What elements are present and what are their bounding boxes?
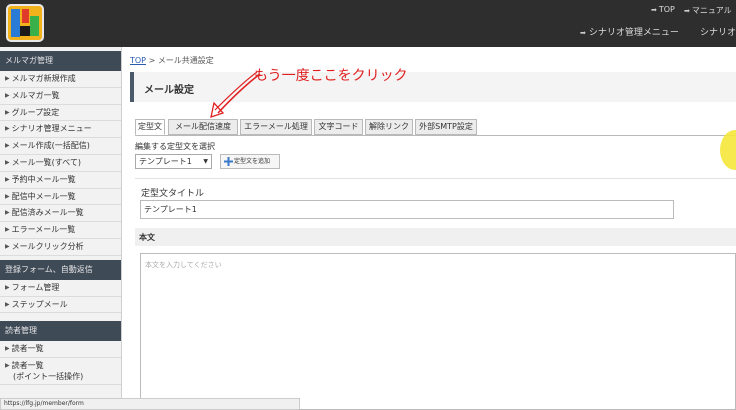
triangle-icon: ▶ xyxy=(5,209,10,217)
app-logo[interactable] xyxy=(6,4,44,42)
app-root: ➡ TOP ➡ マニュアル ➡ シナリオ管理メニュー シナリオ メルマガ管理 ▶ メルマ… xyxy=(0,0,736,410)
template-title-input[interactable]: テンプレート1 xyxy=(140,200,674,219)
triangle-icon: ▶ xyxy=(5,175,10,183)
tab-charset[interactable]: 文字コード xyxy=(314,119,363,135)
top-header: ➡ TOP ➡ マニュアル ➡ シナリオ管理メニュー シナリオ xyxy=(0,0,736,47)
sidebar-heading-mailmag: メルマガ管理 xyxy=(0,51,121,71)
main-nav-scenario-menu[interactable]: ➡ シナリオ管理メニュー xyxy=(580,25,679,38)
breadcrumb-top-link[interactable]: TOP xyxy=(130,56,146,65)
triangle-icon: ▶ xyxy=(5,242,10,250)
sidebar-item-form-management[interactable]: ▶ フォーム管理 xyxy=(0,280,121,297)
triangle-icon: ▶ xyxy=(5,158,10,166)
annotation-text: もう一度ここをクリック xyxy=(254,68,408,84)
sidebar-item-reader-list-points[interactable]: ▶ 読者一覧 (ポイント一括操作) xyxy=(0,358,121,386)
body-section-header: 本文 xyxy=(135,228,736,246)
tab-delivery-speed[interactable]: メール配信速度 xyxy=(168,119,238,135)
status-bar-url: https://lfg.jp/member/form xyxy=(0,398,300,410)
tab-template[interactable]: 定型文 xyxy=(135,119,165,135)
sidebar-item-sent-mail[interactable]: ▶ 配信済みメール一覧 xyxy=(0,205,121,223)
triangle-icon: ▶ xyxy=(5,142,10,150)
section-divider xyxy=(135,178,736,179)
sidebar-item-mailmag-list[interactable]: ▶ メルマガ一覧 xyxy=(0,88,121,105)
triangle-icon: ▶ xyxy=(5,345,10,353)
body-textarea[interactable]: 本文を入力してください xyxy=(140,253,736,410)
sidebar-item-step-mail[interactable]: ▶ ステップメール xyxy=(0,297,121,314)
top-nav-manual-link[interactable]: ➡ マニュアル xyxy=(684,5,732,16)
main-content: TOP > メール共通設定 メール設定 もう一度ここをクリック 定型文 メール配… xyxy=(128,47,736,410)
sidebar-item-mailmag-new[interactable]: ▶ メルマガ新規作成 xyxy=(0,71,121,88)
double-arrow-icon: ➡ xyxy=(580,29,586,37)
triangle-icon: ▶ xyxy=(5,362,10,370)
sidebar-item-scheduled-mail[interactable]: ▶ 予約中メール一覧 xyxy=(0,172,121,189)
sidebar-item-click-analysis[interactable]: ▶ メールクリック分析 xyxy=(0,239,121,256)
triangle-icon: ▶ xyxy=(5,108,10,116)
triangle-icon: ▶ xyxy=(5,283,10,291)
triangle-icon: ▶ xyxy=(5,125,10,133)
triangle-icon: ▶ xyxy=(5,91,10,99)
triangle-icon: ▶ xyxy=(5,300,10,308)
plus-icon xyxy=(224,157,233,166)
main-nav-scenario[interactable]: シナリオ xyxy=(700,25,736,38)
sidebar-item-error-mail[interactable]: ▶ エラーメール一覧 xyxy=(0,222,121,239)
sidebar-heading-forms: 登録フォーム、自動返信 xyxy=(0,259,121,280)
sidebar-item-sending-mail[interactable]: ▶ 配信中メール一覧 xyxy=(0,189,121,206)
template-select-label: 編集する定型文を選択 xyxy=(135,142,215,151)
template-select[interactable]: テンプレート1 ▼ xyxy=(135,154,212,169)
top-nav-top-link[interactable]: ➡ TOP xyxy=(651,5,675,14)
sidebar-item-group-settings[interactable]: ▶ グループ設定 xyxy=(0,105,121,122)
template-title-label: 定型文タイトル xyxy=(141,189,205,199)
tab-unsubscribe-link[interactable]: 解除リンク xyxy=(365,119,413,135)
tab-divider xyxy=(135,135,736,136)
caret-down-icon: ▼ xyxy=(203,158,208,165)
sidebar-item-mail-list-all[interactable]: ▶ メール一覧(すべて) xyxy=(0,155,121,172)
breadcrumb: TOP > メール共通設定 xyxy=(130,55,214,66)
sidebar-item-reader-list[interactable]: ▶ 読者一覧 xyxy=(0,341,121,359)
triangle-icon: ▶ xyxy=(5,75,10,82)
tab-error-mail[interactable]: エラーメール処理 xyxy=(240,119,312,135)
sidebar: メルマガ管理 ▶ メルマガ新規作成 ▶ メルマガ一覧 ▶ グループ設定 ▶ シナリオ管理… xyxy=(0,47,122,410)
triangle-icon: ▶ xyxy=(5,192,10,200)
page-title: メール設定 xyxy=(144,85,194,96)
sidebar-item-scenario-menu[interactable]: ▶ シナリオ管理メニュー xyxy=(0,121,121,139)
breadcrumb-separator: > xyxy=(148,56,156,65)
sidebar-heading-readers: 読者管理 xyxy=(0,321,121,342)
tab-external-smtp[interactable]: 外部SMTP設定 xyxy=(415,119,477,135)
sidebar-item-mail-create-bulk[interactable]: ▶ メール作成(一括配信) xyxy=(0,138,121,155)
add-template-button[interactable]: 定型文を追加 xyxy=(220,154,280,169)
breadcrumb-current: メール共通設定 xyxy=(157,56,214,65)
triangle-icon: ▶ xyxy=(5,226,10,234)
annotation-arrow-icon xyxy=(210,71,261,118)
double-arrow-icon: ➡ xyxy=(651,6,657,14)
double-arrow-icon: ➡ xyxy=(684,7,690,15)
